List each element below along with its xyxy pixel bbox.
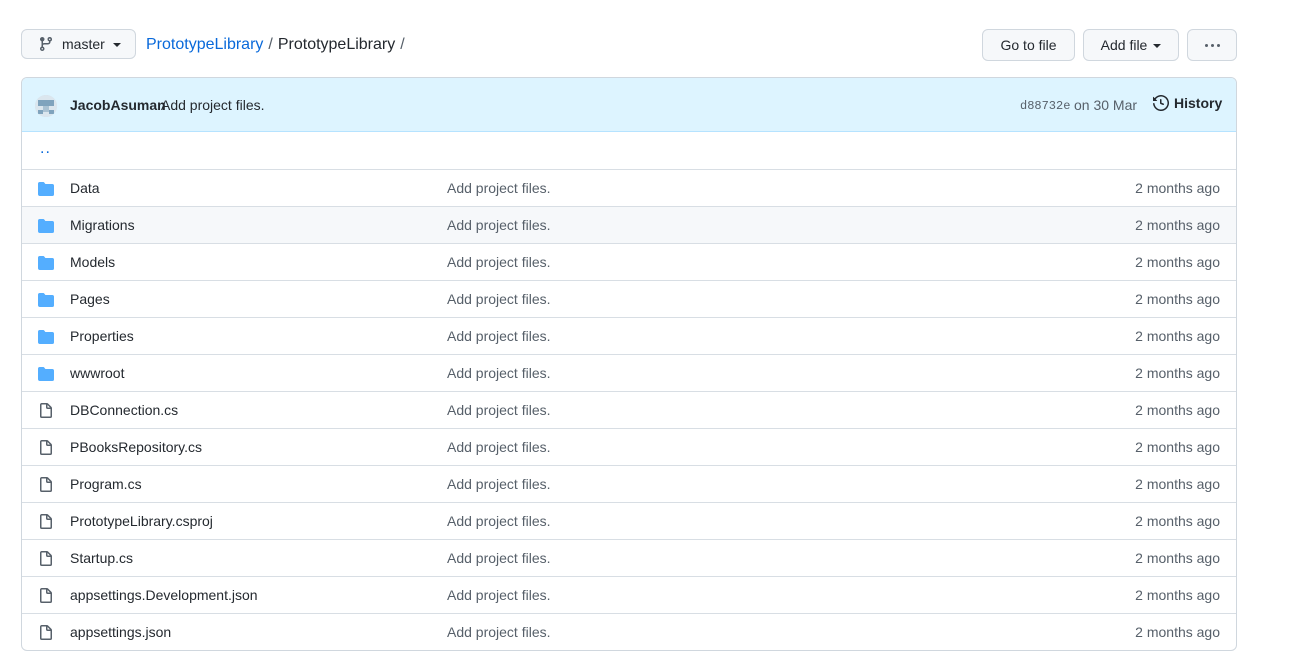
folder-icon xyxy=(38,218,54,234)
folder-icon xyxy=(38,292,54,308)
file-commit-age: 2 months ago xyxy=(1135,180,1220,196)
file-name-link[interactable]: Models xyxy=(70,254,115,270)
git-branch-icon xyxy=(38,36,54,52)
folder-icon xyxy=(38,255,54,271)
commit-sha-link[interactable]: d88732e xyxy=(1020,99,1070,113)
file-row[interactable]: Models Add project files. 2 months ago xyxy=(22,243,1236,280)
file-row[interactable]: wwwroot Add project files. 2 months ago xyxy=(22,354,1236,391)
breadcrumb-current-folder: PrototypeLibrary xyxy=(277,36,396,53)
file-icon xyxy=(38,625,54,641)
file-row[interactable]: PBooksRepository.cs Add project files. 2 m… xyxy=(22,428,1236,465)
file-row[interactable]: appsettings.json Add project files. 2 mont… xyxy=(22,613,1236,650)
commit-author-link[interactable]: JacobAsuman xyxy=(70,97,166,113)
file-name-link[interactable]: DBConnection.cs xyxy=(70,402,178,418)
avatar[interactable] xyxy=(35,95,57,117)
file-row[interactable]: Migrations Add project files. 2 months ago xyxy=(22,206,1236,243)
more-options-button[interactable] xyxy=(1187,29,1237,61)
file-commit-age: 2 months ago xyxy=(1135,439,1220,455)
file-row[interactable]: appsettings.Development.json Add project … xyxy=(22,576,1236,613)
breadcrumb: PrototypeLibrary / PrototypeLibrary / xyxy=(146,29,410,61)
chevron-down-icon xyxy=(1153,44,1162,48)
file-commit-message-link[interactable]: Add project files. xyxy=(447,439,551,455)
history-label: History xyxy=(1174,95,1223,111)
go-to-file-button[interactable]: Go to file xyxy=(982,29,1075,61)
file-commit-age: 2 months ago xyxy=(1135,291,1220,307)
file-list-box: JacobAsuman Add project files. d88732e o… xyxy=(21,77,1237,651)
file-name-link[interactable]: Startup.cs xyxy=(70,550,133,566)
file-name-link[interactable]: appsettings.json xyxy=(70,624,171,640)
file-commit-age: 2 months ago xyxy=(1135,254,1220,270)
file-commit-message-link[interactable]: Add project files. xyxy=(447,550,551,566)
go-to-file-label: Go to file xyxy=(1000,37,1057,53)
commit-date: on 30 Mar xyxy=(1074,97,1138,113)
file-commit-age: 2 months ago xyxy=(1135,550,1220,566)
file-name-link[interactable]: PrototypeLibrary.csproj xyxy=(70,513,213,529)
latest-commit-bar: JacobAsuman Add project files. d88732e o… xyxy=(22,78,1236,132)
file-icon xyxy=(38,440,54,456)
breadcrumb-trailing-separator: / xyxy=(400,36,405,53)
file-commit-age: 2 months ago xyxy=(1135,402,1220,418)
file-row[interactable]: Startup.cs Add project files. 2 months ago xyxy=(22,539,1236,576)
add-file-label: Add file xyxy=(1100,37,1148,53)
add-file-button[interactable]: Add file xyxy=(1083,29,1179,61)
folder-icon xyxy=(38,181,54,197)
file-commit-age: 2 months ago xyxy=(1135,624,1220,640)
folder-icon xyxy=(38,366,54,382)
breadcrumb-separator: / xyxy=(268,36,273,53)
file-row[interactable]: Properties Add project files. 2 months ago xyxy=(22,317,1236,354)
file-icon xyxy=(38,477,54,493)
file-commit-message-link[interactable]: Add project files. xyxy=(447,328,551,344)
file-commit-age: 2 months ago xyxy=(1135,587,1220,603)
file-row[interactable]: DBConnection.cs Add project files. 2 month… xyxy=(22,391,1236,428)
folder-icon xyxy=(38,329,54,345)
file-commit-age: 2 months ago xyxy=(1135,476,1220,492)
file-row[interactable]: Pages Add project files. 2 months ago xyxy=(22,280,1236,317)
file-name-link[interactable]: Migrations xyxy=(70,217,135,233)
file-commit-message-link[interactable]: Add project files. xyxy=(447,402,551,418)
file-name-link[interactable]: Properties xyxy=(70,328,134,344)
file-commit-message-link[interactable]: Add project files. xyxy=(447,513,551,529)
file-icon xyxy=(38,588,54,604)
file-commit-age: 2 months ago xyxy=(1135,365,1220,381)
file-name-link[interactable]: Data xyxy=(70,180,100,196)
file-commit-message-link[interactable]: Add project files. xyxy=(447,624,551,640)
file-row[interactable]: Program.cs Add project files. 2 months ago xyxy=(22,465,1236,502)
file-commit-message-link[interactable]: Add project files. xyxy=(447,217,551,233)
file-name-link[interactable]: Pages xyxy=(70,291,110,307)
file-row[interactable]: Data Add project files. 2 months ago xyxy=(22,169,1236,206)
file-commit-message-link[interactable]: Add project files. xyxy=(447,365,551,381)
file-name-link[interactable]: Program.cs xyxy=(70,476,142,492)
file-commit-message-link[interactable]: Add project files. xyxy=(447,476,551,492)
file-name-link[interactable]: appsettings.Development.json xyxy=(70,587,258,603)
commit-message-link[interactable]: Add project files. xyxy=(161,97,265,113)
file-commit-age: 2 months ago xyxy=(1135,513,1220,529)
branch-name: master xyxy=(62,36,105,52)
breadcrumb-repo-link[interactable]: PrototypeLibrary xyxy=(146,36,263,54)
kebab-horizontal-icon xyxy=(1204,43,1220,47)
file-icon xyxy=(38,551,54,567)
history-link[interactable]: History xyxy=(1153,95,1222,111)
file-icon xyxy=(38,514,54,530)
parent-directory-row[interactable]: .. xyxy=(22,132,1236,169)
file-row[interactable]: PrototypeLibrary.csproj Add project files… xyxy=(22,502,1236,539)
file-commit-message-link[interactable]: Add project files. xyxy=(447,180,551,196)
branch-select-button[interactable]: master xyxy=(21,29,136,59)
file-commit-message-link[interactable]: Add project files. xyxy=(447,587,551,603)
file-name-link[interactable]: PBooksRepository.cs xyxy=(70,439,202,455)
file-icon xyxy=(38,403,54,419)
file-commit-message-link[interactable]: Add project files. xyxy=(447,254,551,270)
chevron-down-icon xyxy=(112,43,121,47)
file-commit-message-link[interactable]: Add project files. xyxy=(447,291,551,307)
history-icon xyxy=(1153,95,1169,111)
parent-directory-link[interactable]: .. xyxy=(40,140,51,158)
file-commit-age: 2 months ago xyxy=(1135,217,1220,233)
file-name-link[interactable]: wwwroot xyxy=(70,365,124,381)
file-navigation: master PrototypeLibrary / PrototypeLibra… xyxy=(21,29,1237,61)
file-commit-age: 2 months ago xyxy=(1135,328,1220,344)
